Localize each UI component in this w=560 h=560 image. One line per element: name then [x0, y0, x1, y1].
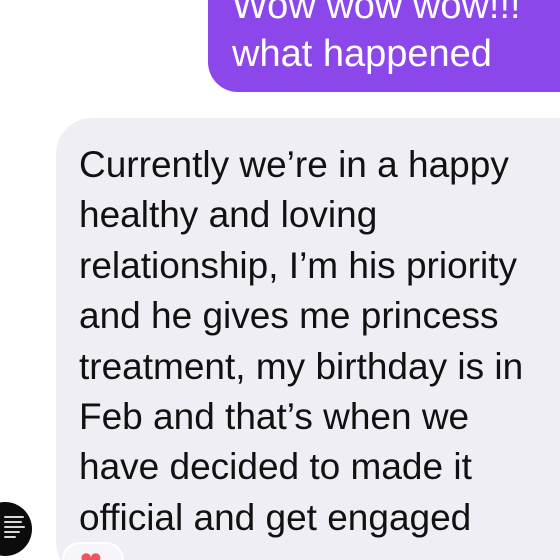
avatar-text-line	[4, 531, 20, 533]
avatar-text-line	[4, 516, 24, 518]
reaction-badge[interactable]: ❤	[62, 542, 124, 560]
message-line: what happened	[232, 33, 492, 75]
avatar-text-line	[4, 526, 25, 528]
received-message-bubble[interactable]: Currently we’re in a happy healthy and l…	[56, 118, 560, 560]
avatar-text-line	[4, 536, 16, 538]
chat-thread: Wow wow wow!!! what happened Currently w…	[0, 0, 560, 560]
message-line: Currently we’re in a happy	[79, 144, 509, 185]
message-line: and he gives me princess	[79, 295, 499, 337]
message-line: treatment, my birthday is in	[79, 345, 524, 387]
heart-icon: ❤	[80, 548, 102, 560]
message-line: healthy and loving	[79, 194, 378, 236]
message-line: Feb and that’s when we	[79, 396, 470, 438]
message-line: official and get engaged	[79, 496, 472, 538]
message-line: Wow wow wow!!!	[232, 0, 521, 27]
sent-message-bubble[interactable]: Wow wow wow!!! what happened	[208, 0, 560, 92]
avatar[interactable]	[0, 502, 32, 556]
avatar-text-line	[4, 521, 22, 523]
message-line: have decided to made it	[79, 446, 472, 488]
message-line: relationship, I’m his priority	[79, 244, 517, 286]
